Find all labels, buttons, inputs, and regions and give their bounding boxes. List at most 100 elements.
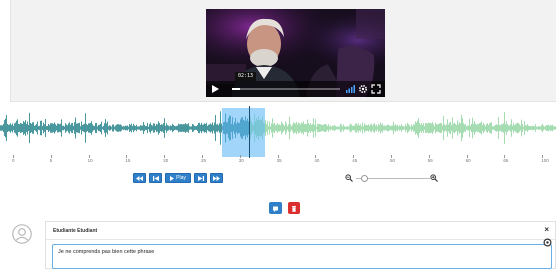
play-button-label: Play [176, 175, 186, 181]
waveform-bar [124, 126, 125, 130]
rewind-button[interactable] [133, 173, 146, 183]
waveform-bar [453, 123, 454, 133]
waveform-bar [147, 122, 148, 134]
waveform-bar [277, 123, 278, 133]
waveform-bar [469, 118, 470, 138]
waveform-bar [214, 122, 215, 134]
play-icon[interactable] [210, 84, 220, 94]
waveform-bar [388, 124, 389, 132]
waveform-bar [189, 126, 190, 130]
waveform-bar [468, 125, 469, 131]
waveform-bar [283, 124, 284, 132]
next-button[interactable] [194, 173, 207, 183]
waveform-bar [80, 126, 81, 130]
waveform-bar [99, 124, 100, 132]
fullscreen-icon[interactable] [371, 84, 381, 94]
fast-backward-icon [136, 175, 143, 181]
waveform-bar [191, 126, 192, 130]
waveform-bar [425, 123, 426, 133]
playhead-cursor[interactable] [249, 106, 250, 158]
waveform-bar [2, 125, 3, 131]
waveform-bar [186, 124, 187, 132]
waveform-bar [535, 124, 536, 132]
selected-region[interactable] [222, 108, 265, 157]
waveform-bar [414, 124, 415, 132]
waveform-bar [204, 123, 205, 133]
waveform-bar [345, 126, 346, 130]
timeline-tick-label: 40 [314, 158, 320, 163]
waveform-bar [432, 121, 433, 135]
comment-text-field[interactable]: Je ne comprends pas bien cette phrase [52, 244, 552, 269]
waveform-bar [377, 126, 378, 130]
waveform-bar [23, 121, 24, 135]
waveform-bar [366, 124, 367, 132]
waveform-bar [138, 126, 139, 130]
waveform-bar [15, 122, 16, 134]
waveform-bar [63, 125, 64, 131]
waveform-bar [161, 124, 162, 132]
waveform-bar [299, 123, 300, 133]
waveform-bar [356, 123, 357, 133]
waveform-bar [160, 124, 161, 132]
previous-button[interactable] [149, 173, 162, 183]
waveform-bar [519, 124, 520, 132]
waveform-bar [6, 114, 7, 142]
waveform-bar [423, 123, 424, 133]
waveform-bar [111, 126, 112, 130]
waveform-bar [491, 122, 492, 134]
gear-icon[interactable] [358, 84, 368, 94]
waveform-bar [40, 120, 41, 136]
waveform-bar [27, 121, 28, 135]
play-button[interactable]: Play [165, 173, 191, 183]
waveform-bar [530, 126, 531, 130]
waveform-bar [279, 124, 280, 132]
waveform-bar [48, 123, 49, 133]
waveform-bar [294, 122, 295, 134]
add-comment-button[interactable] [269, 202, 282, 214]
waveform-bar [91, 121, 92, 135]
zoom-in-icon[interactable] [430, 174, 438, 182]
waveform-bar [106, 123, 107, 133]
waveform-bar [131, 123, 132, 133]
waveform-bar [172, 123, 173, 133]
video-progress-bar[interactable] [232, 88, 340, 90]
waveform-bar [100, 124, 101, 132]
waveform-bar [198, 122, 199, 134]
waveform-bar [504, 111, 505, 145]
waveform-bar [217, 123, 218, 133]
volume-icon[interactable] [346, 85, 355, 93]
waveform-bar [400, 126, 401, 130]
waveform-bar [55, 124, 56, 132]
waveform-bar [349, 125, 350, 131]
waveform-bar [404, 126, 405, 130]
play-small-icon [170, 175, 175, 181]
forward-button[interactable] [210, 173, 223, 183]
resize-handle-icon[interactable] [543, 238, 552, 247]
waveform-bar [145, 126, 146, 130]
waveform-bar [177, 125, 178, 131]
timeline-tick-label: 50 [390, 158, 396, 163]
zoom-out-icon[interactable] [345, 174, 353, 182]
waveform[interactable] [0, 106, 556, 156]
video-player[interactable]: 02:13 [206, 9, 385, 97]
waveform-bar [335, 125, 336, 131]
waveform-bar [483, 123, 484, 133]
delete-button[interactable] [288, 202, 300, 214]
waveform-bar [395, 124, 396, 132]
waveform-bar [36, 124, 37, 132]
waveform-bar [183, 124, 184, 132]
waveform-bar [12, 123, 13, 133]
waveform-bar [33, 122, 34, 134]
comment-text: Je ne comprends pas bien cette phrase [58, 249, 155, 255]
zoom-slider-handle[interactable] [361, 175, 369, 182]
waveform-bar [525, 125, 526, 131]
waveform-bar [26, 123, 27, 133]
waveform-bar [320, 124, 321, 132]
waveform-bar [473, 124, 474, 132]
close-icon[interactable]: × [544, 226, 549, 234]
waveform-bar [109, 125, 110, 131]
waveform-bar [84, 123, 85, 133]
waveform-bar [128, 126, 129, 130]
zoom-control [345, 173, 440, 183]
waveform-bar [486, 123, 487, 133]
